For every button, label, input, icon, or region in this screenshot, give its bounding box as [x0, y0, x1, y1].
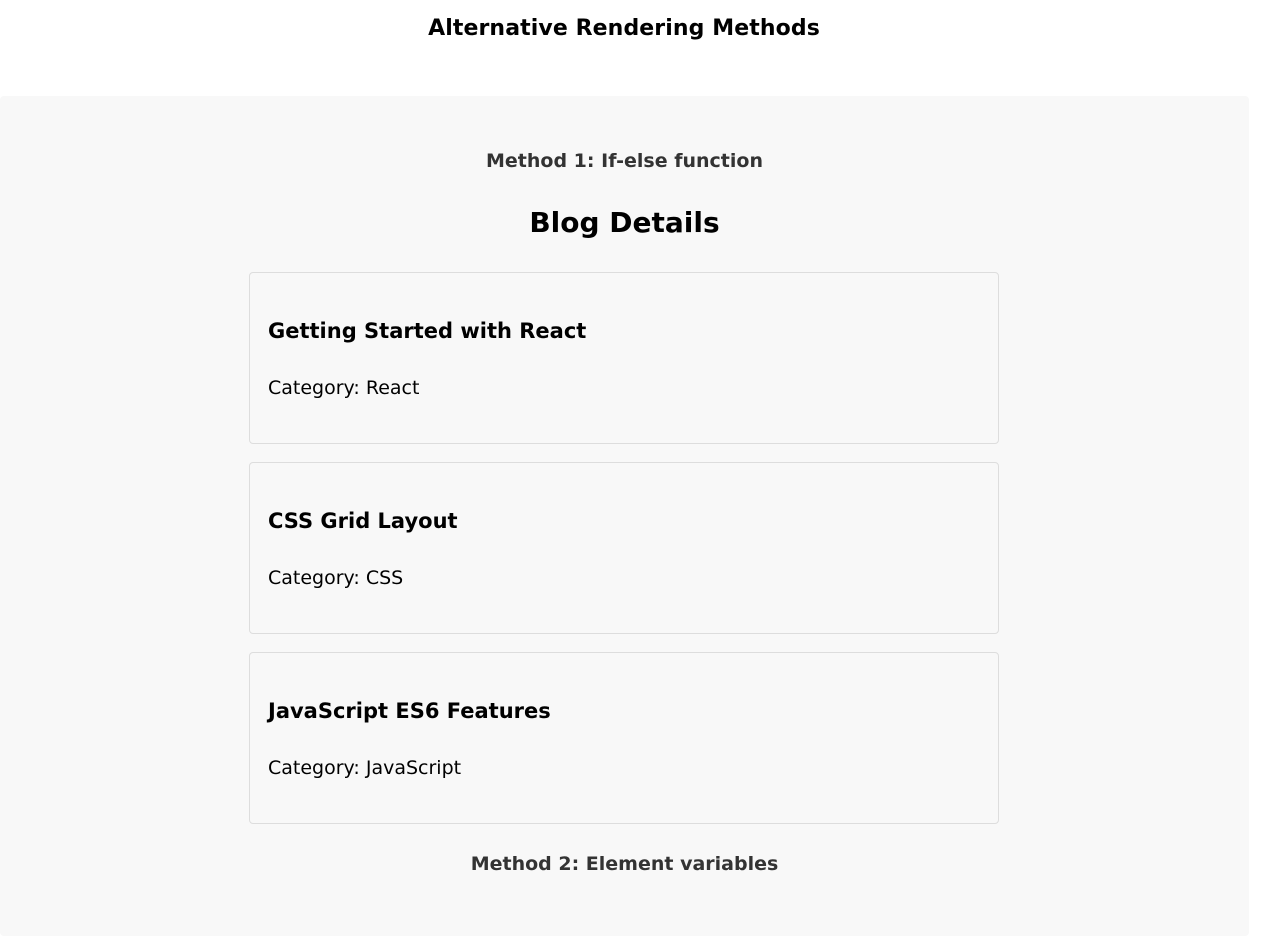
blog-details-heading: Blog Details [529, 206, 720, 239]
blog-card-category: Category: JavaScript [268, 757, 462, 779]
blog-card: JavaScript ES6 Features Category: JavaSc… [249, 652, 999, 824]
blog-card: Getting Started with React Category: Rea… [249, 272, 999, 444]
blog-card-category: Category: React [268, 377, 420, 399]
blog-card-title: CSS Grid Layout [268, 509, 458, 533]
blog-card-title: Getting Started with React [268, 319, 587, 343]
content-panel: Method 1: If-else function Blog Details … [0, 96, 1249, 936]
blog-card-title: JavaScript ES6 Features [268, 699, 551, 723]
method-1-heading: Method 1: If-else function [486, 150, 763, 172]
blog-card: CSS Grid Layout Category: CSS [249, 462, 999, 634]
method-2-heading: Method 2: Element variables [470, 853, 779, 875]
page-title: Alternative Rendering Methods [428, 16, 820, 41]
blog-card-category: Category: CSS [268, 567, 404, 589]
